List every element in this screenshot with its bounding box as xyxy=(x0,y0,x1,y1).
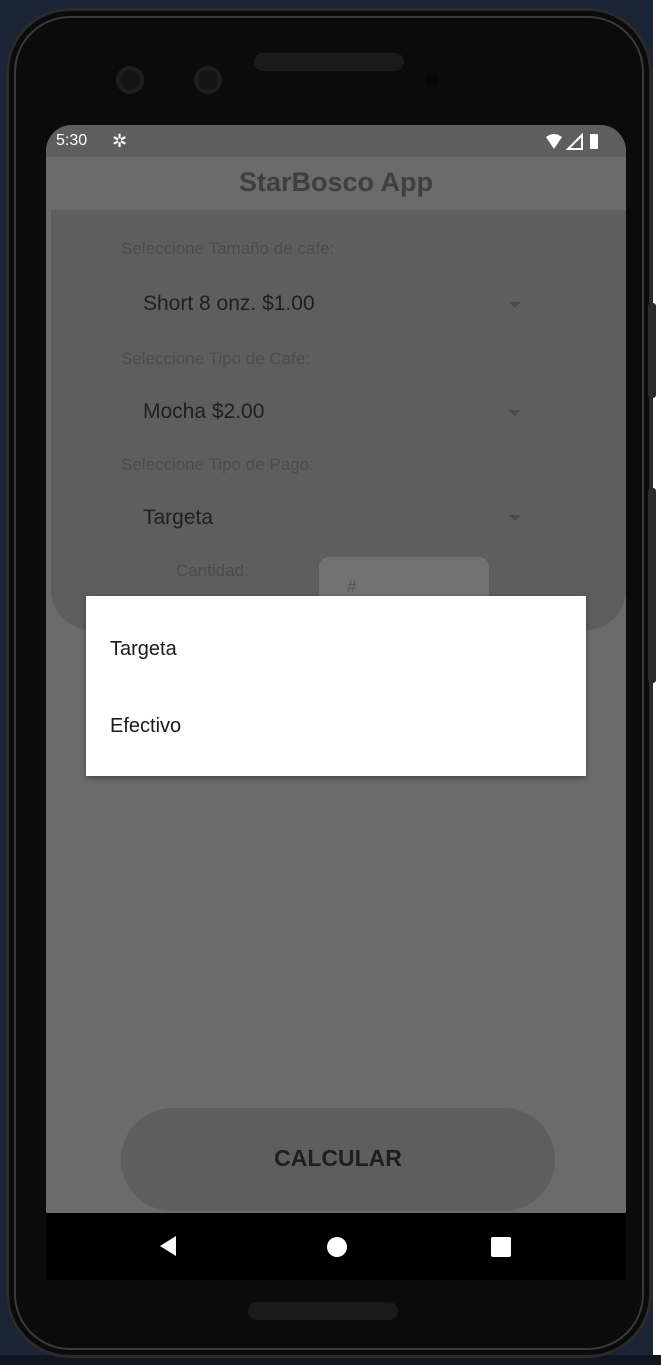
coffee-type-label: Seleccione Tipo de Cafe: xyxy=(121,349,311,368)
quantity-placeholder: # xyxy=(347,577,357,596)
payment-type-label: Seleccione Tipo de Pago: xyxy=(121,455,314,474)
bottom-speaker xyxy=(248,1302,398,1320)
dropdown-option-targeta[interactable]: Targeta xyxy=(110,638,177,661)
status-time: 5:30 xyxy=(56,132,88,149)
size-spinner-value[interactable]: Short 8 onz. $1.00 xyxy=(143,292,315,316)
app-title: StarBosco App xyxy=(238,167,434,197)
calculate-button[interactable]: CALCULAR xyxy=(121,1108,555,1211)
dropdown-option-efectivo[interactable]: Efectivo xyxy=(110,715,181,738)
chevron-down-icon[interactable] xyxy=(509,410,521,416)
calculate-button-label: CALCULAR xyxy=(274,1145,402,1171)
size-label: Seleccione Tamaño de cafe: xyxy=(121,239,335,258)
emulator-phone-frame: 5:30 ✲ StarBosco App Seleccione Tamaño d… xyxy=(6,8,656,1358)
earpiece-speaker xyxy=(254,53,404,71)
volume-button[interactable] xyxy=(648,303,656,398)
coffee-type-spinner-value[interactable]: Mocha $2.00 xyxy=(143,400,264,424)
quantity-label: Cantidad: xyxy=(176,561,249,580)
proximity-sensor xyxy=(425,73,439,87)
chevron-down-icon[interactable] xyxy=(509,302,521,308)
gear-icon: ✲ xyxy=(112,131,128,151)
chevron-down-icon[interactable] xyxy=(509,515,521,521)
back-icon[interactable] xyxy=(160,1236,176,1256)
status-bar: 5:30 ✲ xyxy=(46,125,626,157)
device-screen: 5:30 ✲ StarBosco App Seleccione Tamaño d… xyxy=(46,125,626,1280)
recents-icon[interactable] xyxy=(491,1237,511,1257)
front-camera-icon xyxy=(194,66,222,94)
front-camera-icon xyxy=(116,66,144,94)
wifi-icon xyxy=(546,134,562,149)
power-button[interactable] xyxy=(648,488,656,683)
battery-icon xyxy=(590,134,598,149)
payment-dropdown-popup: Targeta Efectivo xyxy=(86,596,586,776)
navigation-bar xyxy=(46,1213,626,1280)
home-icon[interactable] xyxy=(327,1237,347,1257)
status-icons xyxy=(546,132,616,156)
payment-type-spinner-value[interactable]: Targeta xyxy=(143,506,213,530)
signal-icon xyxy=(565,132,583,150)
